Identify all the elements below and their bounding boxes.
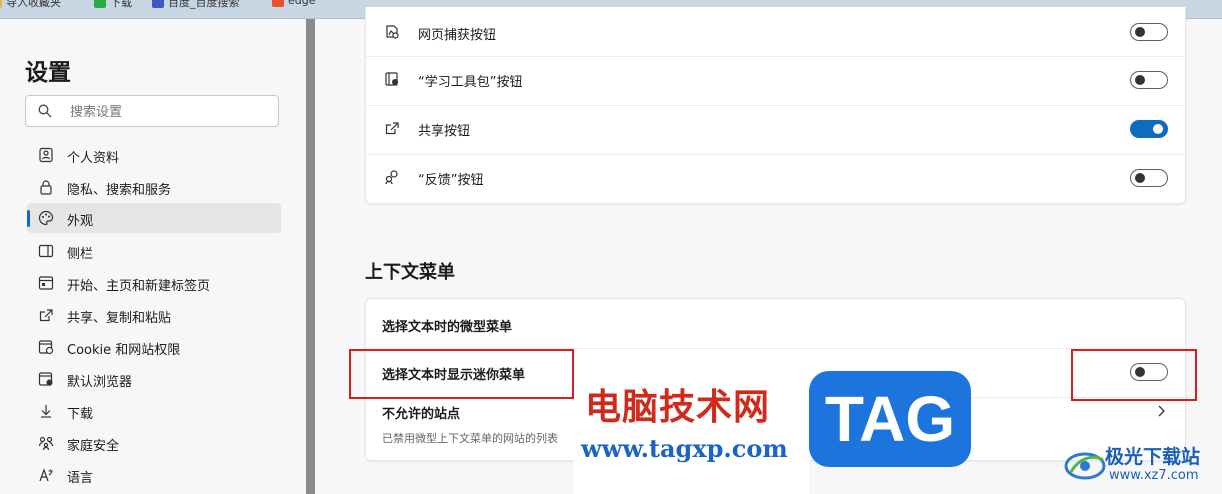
learning-toolkit-icon (385, 72, 398, 86)
aurora-logo-icon (1064, 452, 1106, 480)
setting-heading: 选择文本时的微型菜单 (382, 320, 513, 335)
site-logo-url: www.xz7.com (1109, 468, 1199, 483)
web-capture-toggle[interactable] (1130, 23, 1168, 41)
palette-icon (38, 210, 54, 226)
bookmark-label: 导入收藏夹 (6, 0, 61, 9)
sidebar-item-label: 共享、复制和粘贴 (67, 311, 172, 326)
setting-row-web-capture: 网页捕获按钮 (366, 7, 1185, 57)
language-icon (39, 468, 53, 482)
baidu-icon (152, 0, 164, 8)
sidebar-item-label: Cookie 和网站权限 (67, 343, 181, 358)
setting-description: 已禁用微型上下文菜单的网站的列表 (382, 432, 558, 445)
setting-row-share: 共享按钮 (366, 105, 1185, 155)
search-icon (38, 104, 52, 118)
setting-row-learning-toolkit: “学习工具包”按钮 (366, 56, 1185, 106)
bookmark-label: 下载 (110, 0, 132, 9)
family-icon (38, 436, 54, 451)
sidebar-item-label: 开始、主页和新建标签页 (67, 279, 211, 294)
watermark-cn-text: 电脑技术网 (585, 387, 771, 428)
setting-row-feedback: “反馈”按钮 (366, 154, 1185, 203)
sidebar-item-label: 隐私、搜索和服务 (67, 183, 172, 198)
sidebar-item-share-copy[interactable]: 共享、复制和粘贴 (27, 300, 281, 330)
sidebar-item-family[interactable]: 家庭安全 (27, 428, 281, 458)
profile-icon (39, 147, 53, 163)
watermark-url: www.tagxp.com (581, 434, 788, 463)
watermark-tag-logo: TAG (809, 371, 971, 467)
sidebar-item-cookies[interactable]: Cookie 和网站权限 (27, 332, 281, 362)
sidebar-item-privacy[interactable]: 隐私、搜索和服务 (27, 172, 281, 202)
web-capture-icon (386, 25, 399, 39)
search-input[interactable] (68, 101, 272, 123)
browser-icon (38, 372, 53, 386)
setting-label: 共享按钮 (418, 124, 471, 139)
download-bookmark-icon (94, 0, 106, 8)
highlight-box-label (349, 349, 574, 399)
sidebar-icon (38, 244, 54, 258)
setting-label: 网页捕获按钮 (418, 28, 497, 43)
folder-icon (0, 0, 2, 8)
search-box[interactable] (25, 95, 279, 127)
sidebar-item-label: 侧栏 (67, 247, 94, 262)
share-icon (385, 122, 399, 135)
bookmark-label: 百度_百度搜索 (168, 0, 240, 9)
bookmark-download[interactable]: 下载 (94, 0, 132, 10)
sidebar-item-label: 语言 (67, 471, 94, 486)
bookmark-label: edge (288, 0, 316, 7)
section-title-context-menu: 上下文菜单 (365, 262, 455, 283)
setting-label: “反馈”按钮 (418, 173, 484, 188)
toggle-knob (1135, 173, 1145, 183)
chevron-right-icon (1158, 405, 1165, 417)
bookmark-import[interactable]: 导入收藏夹 (0, 0, 61, 10)
sidebar-item-label: 外观 (67, 214, 94, 229)
pane-scrollbar[interactable] (306, 19, 315, 494)
sidebar-item-default-browser[interactable]: 默认浏览器 (27, 364, 281, 394)
toggle-knob (1153, 124, 1163, 134)
active-indicator (27, 210, 30, 227)
toggle-knob (1135, 27, 1145, 37)
toolbar-buttons-card: 网页捕获按钮 “学习工具包”按钮 共享按钮 “反馈”按钮 (365, 7, 1186, 204)
site-logo-name: 极光下载站 (1105, 446, 1201, 468)
setting-label: 不允许的站点 (382, 407, 461, 422)
sidebar-item-label: 家庭安全 (67, 439, 120, 454)
feedback-icon (385, 170, 398, 185)
feedback-toggle[interactable] (1130, 169, 1168, 187)
share-toggle[interactable] (1130, 120, 1168, 138)
site-permissions-icon (38, 340, 54, 355)
sidebar-item-start-home[interactable]: 开始、主页和新建标签页 (27, 268, 281, 298)
setting-row-mini-menu-heading: 选择文本时的微型菜单 (366, 299, 1185, 349)
sidebar-item-languages[interactable]: 语言 (27, 460, 281, 490)
toggle-knob (1135, 75, 1145, 85)
site-logo: 极光下载站 www.xz7.com (1063, 440, 1219, 490)
sidebar-item-appearance[interactable]: 外观 (27, 203, 281, 233)
learning-toolkit-toggle[interactable] (1130, 71, 1168, 89)
bookmark-edge[interactable]: edge (272, 0, 316, 7)
lock-icon (40, 180, 52, 195)
bookmark-baidu[interactable]: 百度_百度搜索 (152, 0, 240, 10)
home-tab-icon (38, 276, 54, 290)
sidebar-item-sidebar[interactable]: 侧栏 (27, 236, 281, 266)
sidebar-item-downloads[interactable]: 下载 (27, 396, 281, 426)
sidebar-item-label: 默认浏览器 (67, 375, 133, 390)
download-icon (41, 405, 51, 418)
page-title: 设置 (25, 60, 71, 86)
c-brand-icon (272, 0, 284, 7)
sidebar-item-label: 下载 (67, 407, 94, 422)
share-icon (39, 309, 53, 322)
sidebar-item-label: 个人资料 (67, 151, 120, 166)
highlight-box-toggle (1071, 349, 1197, 401)
setting-label: “学习工具包”按钮 (418, 75, 523, 90)
sidebar-item-profile[interactable]: 个人资料 (27, 140, 281, 170)
settings-sidebar: 设置 个人资料 隐私、搜索和服务 外观 侧栏 开始、主页和新建标签页 共享、复制… (0, 19, 306, 494)
